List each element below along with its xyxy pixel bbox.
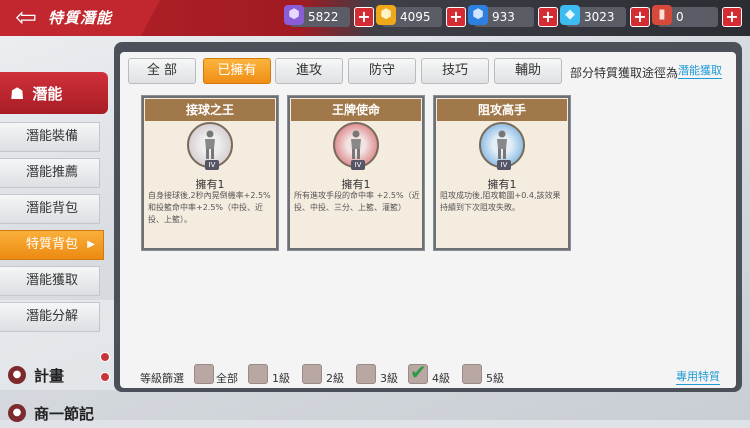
trait-card-title: 阻攻高手 xyxy=(437,99,567,121)
sidebar-item-label: 潛能裝備 xyxy=(26,129,79,144)
add-gems-button[interactable]: + xyxy=(354,7,374,27)
trait-card-title: 王牌使命 xyxy=(291,99,421,121)
player-figure-icon xyxy=(205,130,215,159)
season-icon: ● xyxy=(8,404,26,422)
exclusive-trait-link[interactable]: 專用特質 xyxy=(676,368,720,385)
currency-blue-coin-value-box: ⬢ 933 xyxy=(468,5,534,27)
add-gold-button[interactable]: + xyxy=(446,7,466,27)
plan-icon: ● xyxy=(8,366,26,384)
potential-obtain-link[interactable]: 潛能獲取 xyxy=(678,62,722,79)
tab-label: 全 部 xyxy=(146,63,178,78)
player-figure-icon xyxy=(351,130,361,159)
sidebar-item-potential-recommend[interactable]: 潛能推薦 xyxy=(0,158,100,188)
potential-icon: ☗ xyxy=(10,83,25,103)
trait-description: 阻攻成功後,阻攻範圍+0.4,該效果持續到下次阻攻失敗。 xyxy=(440,191,561,212)
sidebar-item-potential-bag[interactable]: 潛能背包 xyxy=(0,194,100,224)
filter-option-label: 5級 xyxy=(486,372,504,385)
trait-card[interactable]: 王牌使命 IV 擁有1 所有進攻手段的命中率 +2.5%（近投、中投、三分、上籃… xyxy=(287,95,425,251)
player-figure-icon xyxy=(497,130,507,159)
filter-checkbox-level-4[interactable]: ✔ xyxy=(408,360,428,384)
sidebar-item-label: 特質背包 xyxy=(26,237,79,252)
currency-ticket-value: 0 xyxy=(676,10,684,24)
filter-option-label: 3級 xyxy=(380,372,398,385)
purple-gem-icon: ⬢ xyxy=(284,5,304,25)
filter-checkbox-level-2[interactable] xyxy=(302,364,322,384)
tab-skill[interactable]: 技巧 xyxy=(421,58,489,84)
currency-blue-coin-value: 933 xyxy=(492,10,515,24)
trait-portrait: IV xyxy=(479,122,525,170)
sidebar-item-label: 潛能分解 xyxy=(26,309,79,324)
add-blue-coin-button[interactable]: + xyxy=(538,7,558,27)
currency-ticket: ▮ 0 + xyxy=(652,5,742,28)
currency-diamond: ◆ 3023 + xyxy=(560,5,650,28)
currency-blue-coin: ⬢ 933 + xyxy=(468,5,558,28)
obtain-hint-text: 部分特質獲取途徑為 xyxy=(570,66,679,80)
tab-label: 防守 xyxy=(368,63,395,78)
trait-level-badge: IV xyxy=(351,160,365,170)
sidebar-item-trait-bag[interactable]: 特質背包 ▶ xyxy=(0,230,104,260)
trait-level-badge: IV xyxy=(497,160,511,170)
trait-description: 所有進攻手段的命中率 +2.5%（近投、中投、三分、上籃、灌籃） xyxy=(294,191,420,212)
trait-level-badge: IV xyxy=(205,160,219,170)
sidebar-sub-label: 計畫 xyxy=(34,366,65,385)
currency-gems-value: 5822 xyxy=(308,10,339,24)
trait-card-title: 接球之王 xyxy=(145,99,275,121)
filter-option-label: 2級 xyxy=(326,372,344,385)
sidebar-main-potential[interactable]: ☗ 潛能 xyxy=(0,72,108,114)
filter-option-label: 1級 xyxy=(272,372,290,385)
trait-portrait: IV xyxy=(187,122,233,170)
tab-label: 技巧 xyxy=(441,63,468,78)
filter-option-label: 4級 xyxy=(432,372,450,385)
blue-coin-icon: ⬢ xyxy=(468,5,488,25)
gold-coin-icon: ⬢ xyxy=(376,5,396,25)
tab-owned[interactable]: 已擁有 xyxy=(203,58,271,84)
sidebar-item-label: 潛能背包 xyxy=(26,201,79,216)
sidebar-item-label: 潛能推薦 xyxy=(26,165,79,180)
currency-gold-value-box: ⬢ 4095 xyxy=(376,5,442,27)
chevron-right-icon: ▶ xyxy=(87,239,95,250)
filter-option-label: 全部 xyxy=(216,372,238,385)
filter-checkbox-all[interactable] xyxy=(194,364,214,384)
trait-card[interactable]: 阻攻高手 IV 擁有1 阻攻成功後,阻攻範圍+0.4,該效果持續到下次阻攻失敗。 xyxy=(433,95,571,251)
currency-ticket-value-box: ▮ 0 xyxy=(652,5,718,27)
page-title: 特質潛能 xyxy=(48,9,113,27)
diamond-icon: ◆ xyxy=(560,5,580,25)
sidebar-sub-label: 商一節記 xyxy=(34,404,95,423)
sidebar-item-potential-obtain[interactable]: 潛能獲取 xyxy=(0,266,100,296)
currency-gold: ⬢ 4095 + xyxy=(376,5,466,28)
trait-description: 自身接球後,2秒內晃倒機率+2.5%和投籃命中率+2.5%（中投、近投、上籃）。 xyxy=(148,191,271,224)
back-button[interactable]: ⇦ xyxy=(8,4,44,32)
trait-card[interactable]: 接球之王 IV 擁有1 自身接球後,2秒內晃倒機率+2.5%和投籃命中率+2.5… xyxy=(141,95,279,251)
currency-gold-value: 4095 xyxy=(400,10,431,24)
tab-label: 已擁有 xyxy=(217,63,257,78)
tab-defense[interactable]: 防守 xyxy=(348,58,416,84)
currency-diamond-value: 3023 xyxy=(584,10,615,24)
sidebar-item-label: 潛能獲取 xyxy=(26,273,79,288)
filter-checkbox-level-3[interactable] xyxy=(356,364,376,384)
level-filter-label: 等級篩選 xyxy=(140,372,184,385)
trait-portrait: IV xyxy=(333,122,379,170)
currency-diamond-value-box: ◆ 3023 xyxy=(560,5,626,27)
sidebar-item-potential-equip[interactable]: 潛能裝備 xyxy=(0,122,100,152)
add-diamond-button[interactable]: + xyxy=(630,7,650,27)
add-ticket-button[interactable]: + xyxy=(722,7,742,27)
tab-label: 進攻 xyxy=(295,63,322,78)
currency-gems: ⬢ 5822 + xyxy=(284,5,374,28)
checkmark-icon: ✔ xyxy=(410,360,427,384)
sidebar-item-plan[interactable]: ● 計畫 xyxy=(0,360,110,390)
sidebar-item-potential-decompose[interactable]: 潛能分解 xyxy=(0,302,100,332)
tab-all[interactable]: 全 部 xyxy=(128,58,196,84)
filter-checkbox-level-5[interactable] xyxy=(462,364,482,384)
ticket-icon: ▮ xyxy=(652,5,672,25)
tab-offense[interactable]: 進攻 xyxy=(275,58,343,84)
sidebar-main-label: 潛能 xyxy=(32,84,63,103)
tab-label: 輔助 xyxy=(514,63,541,78)
sidebar-item-season[interactable]: ● 商一節記 xyxy=(0,398,110,428)
filter-checkbox-level-1[interactable] xyxy=(248,364,268,384)
notification-dot xyxy=(100,372,110,382)
currency-gems-value-box: ⬢ 5822 xyxy=(284,5,350,27)
tab-support[interactable]: 輔助 xyxy=(494,58,562,84)
